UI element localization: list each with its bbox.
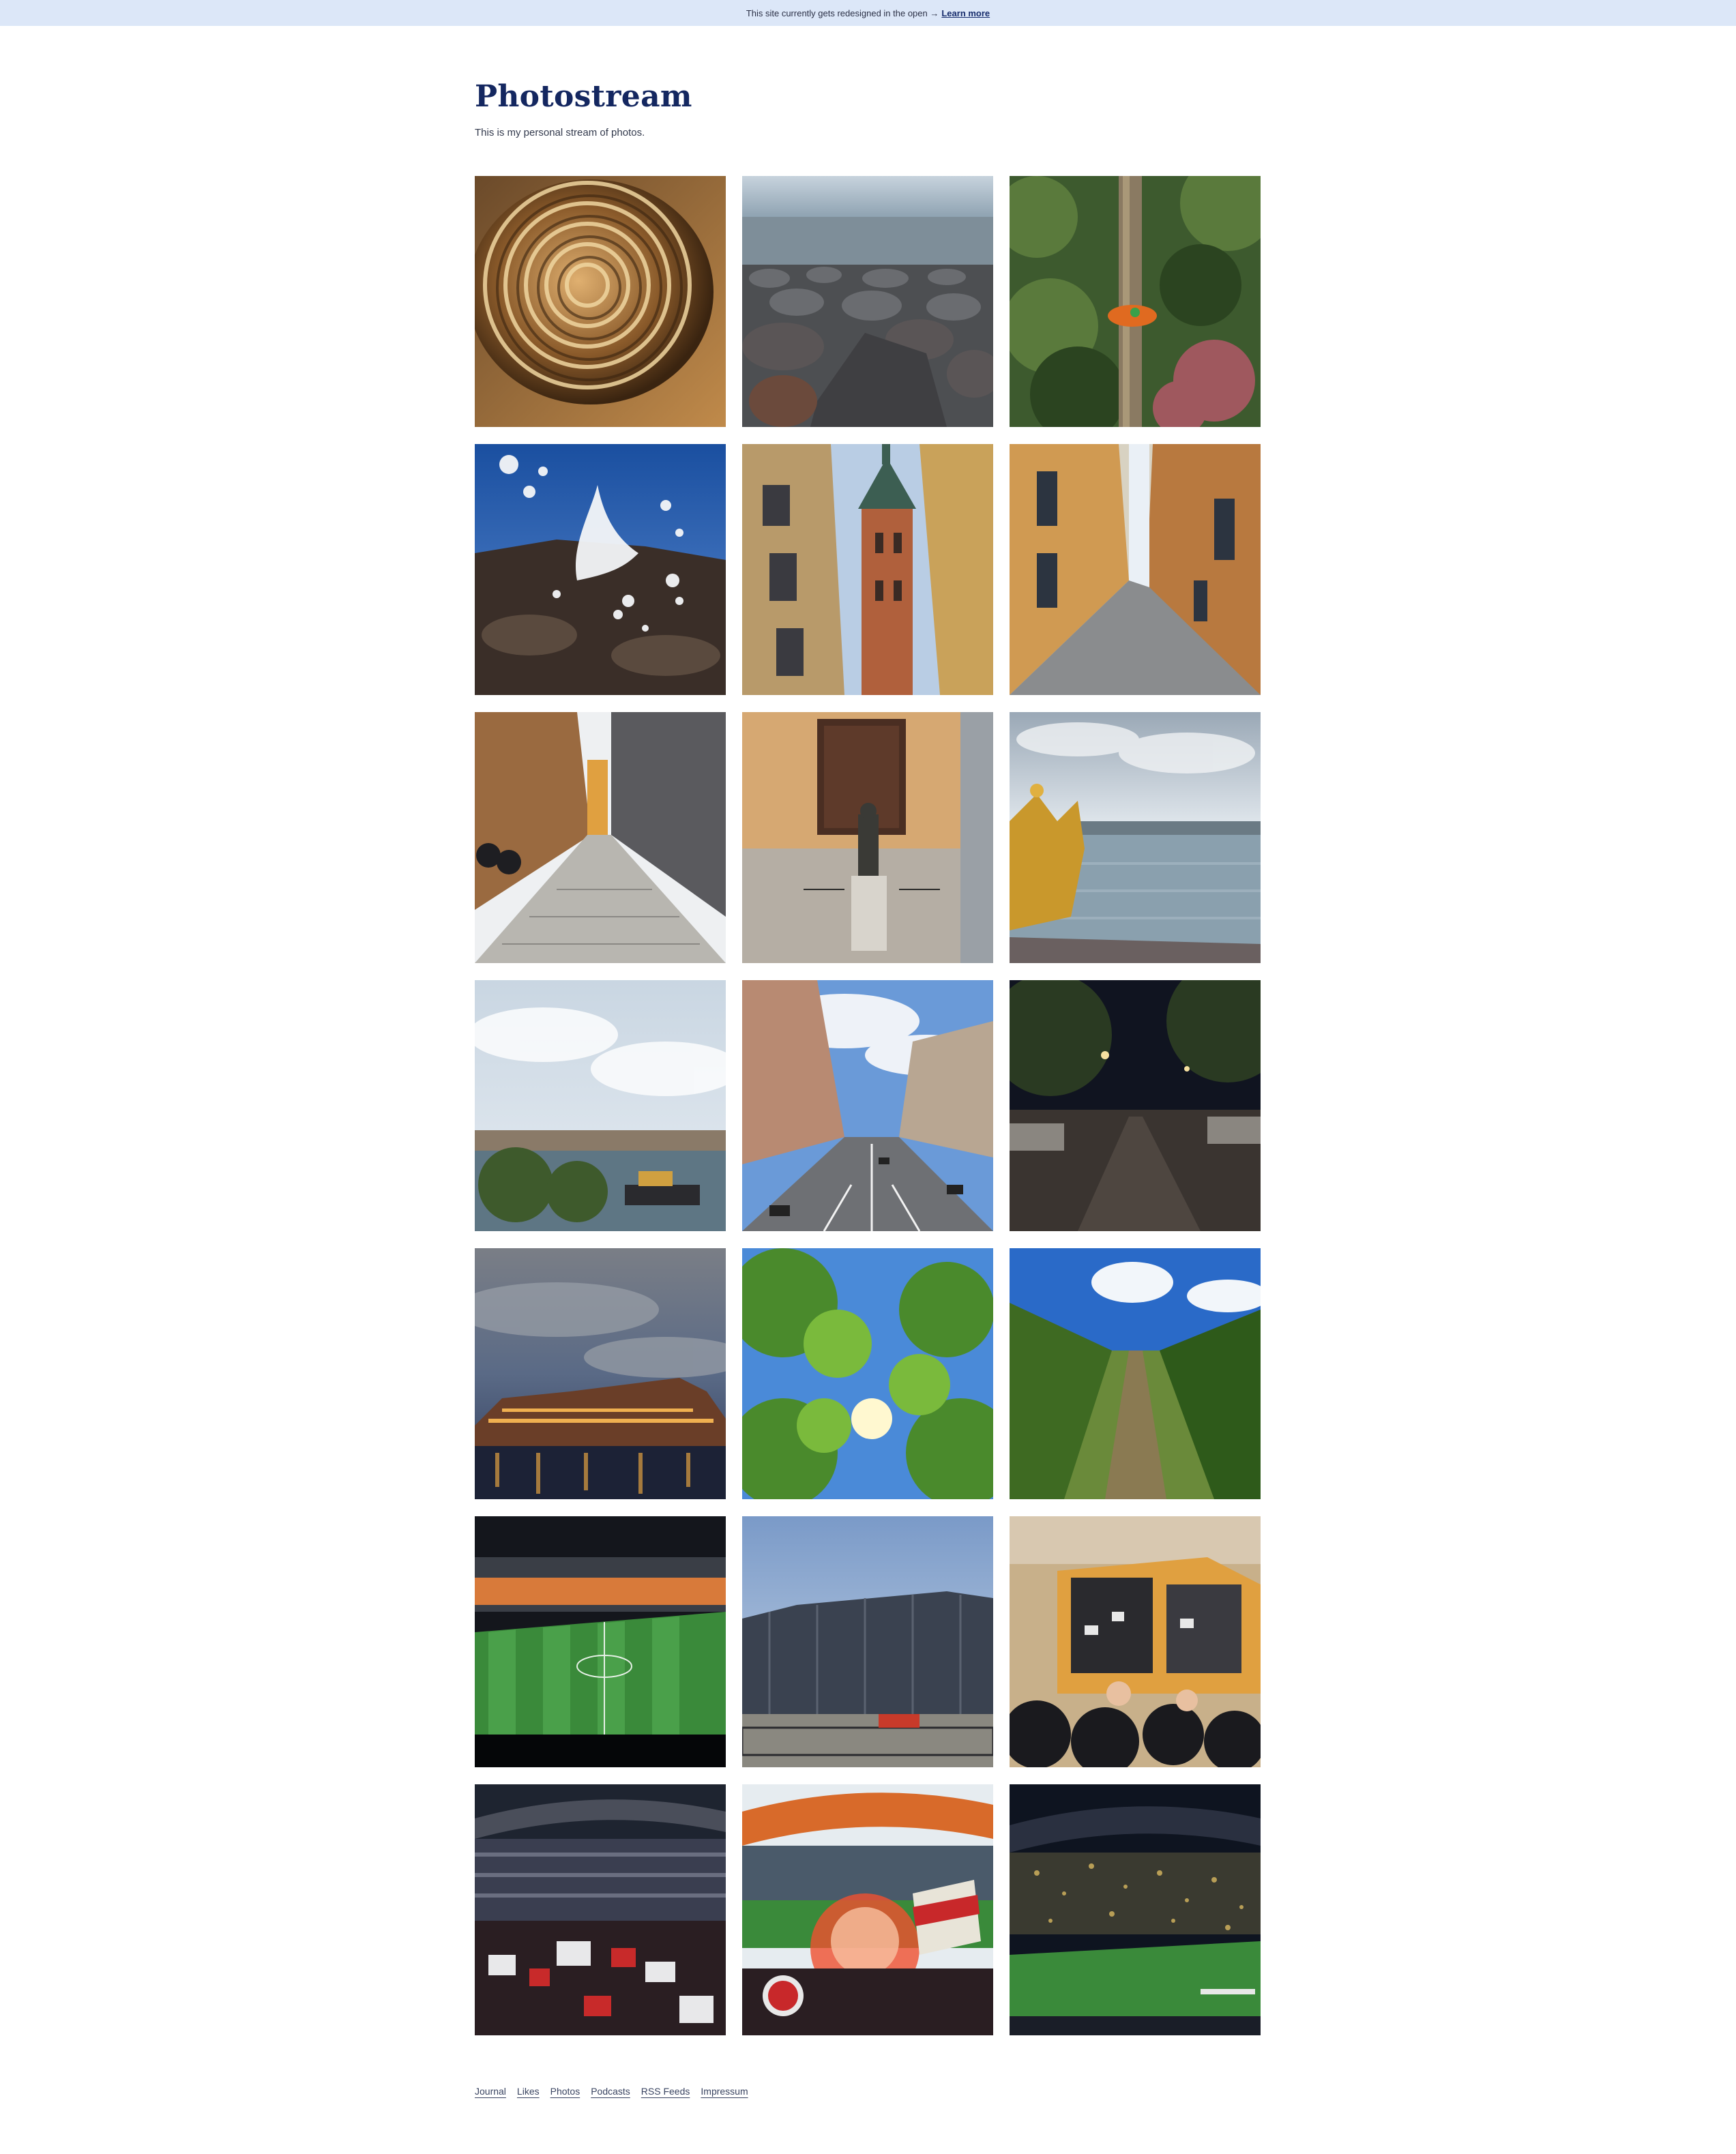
page-title: Photostream [475,79,692,114]
city-avenue-image [742,980,993,1231]
stadium-flare-image [742,1784,993,2035]
photo-bread[interactable] [475,176,726,427]
photo-cobblestone-street[interactable] [475,712,726,963]
banner-text: This site currently gets redesigned in t… [746,8,939,18]
night-street-image [1010,980,1261,1231]
waterfront-dusk-image [475,1248,726,1499]
stadium-exterior-image [742,1516,993,1767]
photo-city-avenue[interactable] [742,980,993,1231]
church-tower-image [742,444,993,695]
footer-link-rss-feeds[interactable]: RSS Feeds [641,2086,690,2097]
photo-tree-feeder[interactable] [1010,176,1261,427]
photo-night-street[interactable] [1010,980,1261,1231]
footer-nav: Journal Likes Photos Podcasts RSS Feeds … [475,2086,1261,2097]
stadium-confetti-image [1010,1784,1261,2035]
photo-stadium-confetti[interactable] [1010,1784,1261,2035]
page-subtitle: This is my personal stream of photos. [475,127,645,138]
harbor-image [475,980,726,1231]
photo-stadium-exterior[interactable] [742,1516,993,1767]
golden-crown-image [1010,712,1261,963]
rocky-shore-image [742,176,993,427]
narrow-alley-image [1010,444,1261,695]
bread-image [475,176,726,427]
stadium-fans-image [475,1784,726,2035]
footer-link-podcasts[interactable]: Podcasts [591,2086,630,2097]
photo-tram-crowd[interactable] [1010,1516,1261,1767]
photo-statue-church[interactable] [742,712,993,963]
photo-stadium-pitch[interactable] [475,1516,726,1767]
photo-harbor[interactable] [475,980,726,1231]
stadium-pitch-image [475,1516,726,1767]
photo-stadium-fans[interactable] [475,1784,726,2035]
redesign-banner: This site currently gets redesigned in t… [0,0,1736,26]
footer-link-photos[interactable]: Photos [550,2086,580,2097]
photo-grape-vines[interactable] [742,1248,993,1499]
footer-link-likes[interactable]: Likes [517,2086,540,2097]
learn-more-link[interactable]: Learn more [941,8,990,18]
photo-water-splash[interactable] [475,444,726,695]
photo-stadium-flare[interactable] [742,1784,993,2035]
tram-crowd-image [1010,1516,1261,1767]
photo-grid [475,176,1261,2035]
statue-church-image [742,712,993,963]
vineyard-rows-image [1010,1248,1261,1499]
photo-narrow-alley[interactable] [1010,444,1261,695]
water-splash-image [475,444,726,695]
photo-golden-crown[interactable] [1010,712,1261,963]
footer-link-journal[interactable]: Journal [475,2086,506,2097]
footer-link-impressum[interactable]: Impressum [701,2086,748,2097]
grape-vines-image [742,1248,993,1499]
cobblestone-street-image [475,712,726,963]
photo-church-tower[interactable] [742,444,993,695]
photo-rocky-shore[interactable] [742,176,993,427]
photo-waterfront-dusk[interactable] [475,1248,726,1499]
page-header: Photostream This is my personal stream o… [475,76,1261,138]
tree-feeder-image [1010,176,1261,427]
photo-vineyard-rows[interactable] [1010,1248,1261,1499]
